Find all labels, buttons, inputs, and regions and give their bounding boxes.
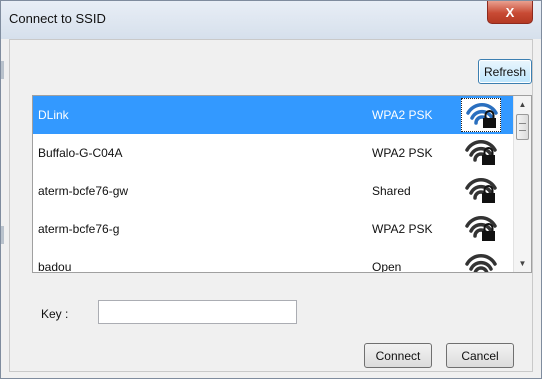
connect-button[interactable]: Connect: [364, 343, 432, 368]
connect-ssid-dialog: Connect to SSID X Refresh DLink WPA2 PSK B…: [0, 0, 542, 379]
network-row[interactable]: DLink WPA2 PSK: [33, 96, 514, 134]
network-list[interactable]: DLink WPA2 PSK Buffalo-G-C04A WPA2 PSK aterm…: [32, 95, 532, 273]
close-button[interactable]: X: [487, 1, 533, 24]
close-icon: X: [505, 4, 515, 20]
scroll-thumb[interactable]: [516, 114, 529, 140]
network-security: WPA2 PSK: [372, 146, 433, 160]
title-bar[interactable]: Connect to SSID X: [1, 1, 541, 39]
wifi-locked-icon: [461, 98, 501, 132]
network-ssid: Buffalo-G-C04A: [38, 146, 123, 160]
network-row[interactable]: Buffalo-G-C04A WPA2 PSK: [33, 134, 514, 172]
network-row[interactable]: aterm-bcfe76-g WPA2 PSK: [33, 210, 514, 248]
network-security: WPA2 PSK: [372, 108, 433, 122]
key-label: Key :: [41, 307, 69, 321]
network-ssid: DLink: [38, 108, 69, 122]
network-security: WPA2 PSK: [372, 222, 433, 236]
wifi-icon: [461, 250, 501, 272]
network-security: Open: [372, 260, 402, 273]
refresh-button[interactable]: Refresh: [478, 59, 532, 84]
network-ssid: aterm-bcfe76-gw: [38, 184, 129, 198]
network-row[interactable]: badou Open: [33, 248, 514, 273]
network-ssid: aterm-bcfe76-g: [38, 222, 120, 236]
network-security: Shared: [372, 184, 411, 198]
cancel-button[interactable]: Cancel: [446, 343, 514, 368]
key-input[interactable]: [98, 300, 297, 324]
list-scrollbar[interactable]: ▲ ▼: [513, 96, 531, 272]
dialog-title: Connect to SSID: [9, 11, 106, 26]
wifi-locked-icon: [461, 212, 501, 246]
scroll-down-arrow[interactable]: ▼: [514, 255, 531, 272]
window-edge-grip: [1, 61, 4, 79]
wifi-locked-icon: [461, 136, 501, 170]
network-row[interactable]: aterm-bcfe76-gw Shared: [33, 172, 514, 210]
window-edge-grip: [1, 226, 4, 244]
scroll-up-arrow[interactable]: ▲: [514, 96, 531, 113]
network-ssid: badou: [38, 260, 72, 273]
wifi-locked-icon: [461, 174, 501, 208]
